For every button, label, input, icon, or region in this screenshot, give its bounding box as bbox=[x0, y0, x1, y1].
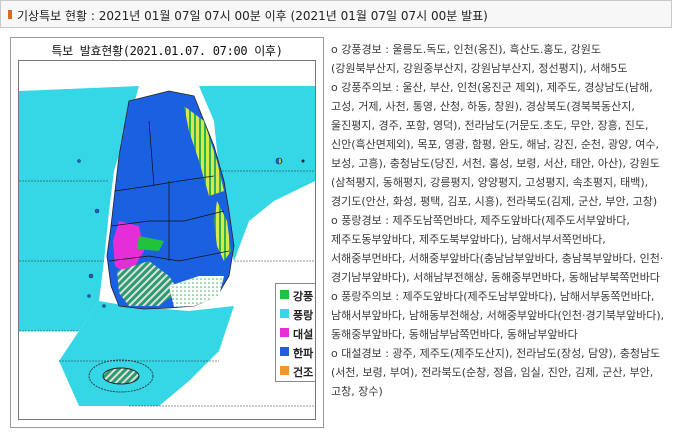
map-panel-title: 특보 발효현황(2021.01.07. 07:00 이후) bbox=[51, 44, 283, 58]
warning-entry-gangpung-gyeongbo: o 강풍경보 : 울릉도.독도, 인천(옹진), 흑산도.홍도, 강원도(강원북… bbox=[331, 43, 628, 75]
legend-item-geonjo: 건조 bbox=[279, 362, 315, 380]
page-header: 기상특보 현황 : 2021년 01월 07일 07시 00분 이후 (2021… bbox=[0, 0, 672, 28]
warning-map[interactable]: 강풍 풍랑 대설 한파 건조 bbox=[18, 60, 316, 420]
legend-swatch-pungnang bbox=[280, 309, 289, 318]
legend-item-gangpung: 강풍 bbox=[279, 286, 315, 304]
legend-label: 건조 bbox=[293, 366, 314, 379]
legend-swatch-hanpa bbox=[280, 347, 289, 356]
legend-label: 대설 bbox=[293, 328, 314, 341]
page-title: 기상특보 현황 : 2021년 01월 07일 07시 00분 이후 (2021… bbox=[17, 9, 488, 23]
legend-swatch-daeseol bbox=[280, 328, 289, 337]
warning-entry-daeseol-gyeongbo: o 대설경보 : 광주, 제주도(제주도산지), 전라남도(장성, 담양), 충… bbox=[331, 347, 661, 398]
dokdo-island bbox=[301, 159, 305, 163]
map-panel: 특보 발효현황(2021.01.07. 07:00 이후) 강풍 풍랑 대설 한… bbox=[10, 37, 324, 428]
header-bullet bbox=[8, 10, 12, 19]
legend-label: 강풍 bbox=[293, 290, 314, 303]
legend-item-daeseol: 대설 bbox=[279, 324, 315, 342]
legend-label: 한파 bbox=[293, 347, 314, 360]
legend-item-pungnang: 풍랑 bbox=[279, 305, 315, 323]
warning-entry-gangpung-juuibo: o 강풍주의보 : 울산, 부산, 인천(옹진군 제외), 제주도, 경상남도(… bbox=[331, 81, 660, 208]
warning-list: o 강풍경보 : 울릉도.독도, 인천(옹진), 흑산도.홍도, 강원도(강원북… bbox=[331, 40, 667, 438]
legend-swatch-gangpung bbox=[280, 290, 289, 299]
ulleungdo-island bbox=[275, 157, 283, 165]
warning-entry-pungnang-gyeongbo: o 풍랑경보 : 제주도남쪽먼바다, 제주도앞바다(제주도서부앞바다, 제주도동… bbox=[331, 214, 664, 284]
legend-swatch-geonjo bbox=[280, 366, 289, 375]
warning-entry-pungnang-juuibo: o 풍랑주의보 : 제주도앞바다(제주도남부앞바다), 남해서부동쪽먼바다, 남… bbox=[331, 290, 665, 341]
map-legend: 강풍 풍랑 대설 한파 건조 bbox=[275, 283, 315, 382]
legend-item-hanpa: 한파 bbox=[279, 343, 315, 361]
legend-label: 풍랑 bbox=[293, 309, 314, 322]
jeju-island bbox=[102, 367, 140, 385]
